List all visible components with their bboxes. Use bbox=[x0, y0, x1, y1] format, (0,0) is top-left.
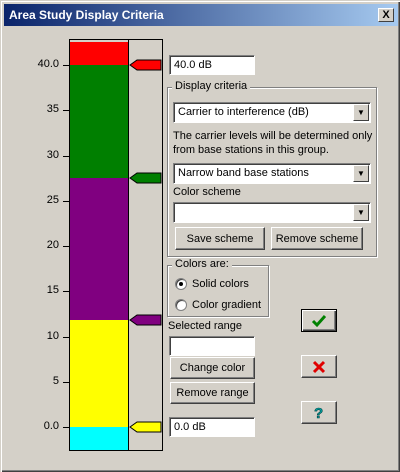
scale-tick-mark bbox=[63, 65, 69, 66]
color-scheme-select[interactable]: ▼ bbox=[173, 202, 371, 223]
svg-text:?: ? bbox=[314, 405, 323, 421]
scale-tick-label: 25 bbox=[46, 193, 59, 206]
window-title: Area Study Display Criteria bbox=[9, 8, 164, 22]
color-gradient-label: Color gradient bbox=[192, 299, 262, 311]
scale-tick-label: 0.0 bbox=[43, 420, 59, 432]
range-marker-arrow[interactable] bbox=[129, 314, 163, 326]
scale-tick-mark bbox=[63, 381, 69, 383]
scale-band[interactable] bbox=[70, 42, 128, 65]
scale-tick-mark bbox=[63, 291, 69, 293]
title-bar: Area Study Display Criteria X bbox=[4, 4, 398, 26]
upper-value-field[interactable]: 40.0 dB bbox=[169, 55, 255, 75]
selected-range-field[interactable] bbox=[169, 336, 255, 356]
scale-tick-label: 30 bbox=[46, 148, 59, 161]
selected-range-label: Selected range bbox=[168, 320, 242, 332]
color-scheme-label: Color scheme bbox=[173, 186, 241, 198]
scale-tick-label: 40.0 bbox=[37, 58, 59, 70]
range-marker-arrow[interactable] bbox=[129, 172, 163, 184]
stations-value: Narrow band base stations bbox=[178, 167, 309, 179]
scale-tick-label: 5 bbox=[52, 374, 59, 387]
colors-are-label: Colors are: bbox=[172, 258, 232, 270]
lower-value-field[interactable]: 0.0 dB bbox=[169, 417, 255, 437]
scale-tick-label: 20 bbox=[46, 239, 59, 251]
color-gradient-radio[interactable] bbox=[175, 299, 187, 311]
criteria-note: The carrier levels will be determined on… bbox=[173, 130, 373, 156]
scale-band[interactable] bbox=[70, 65, 128, 179]
question-icon: ? bbox=[314, 405, 324, 421]
solid-colors-radio[interactable] bbox=[175, 278, 187, 290]
dialog-window: Area Study Display Criteria X 40.0 35 30 25… bbox=[0, 0, 400, 472]
close-button[interactable]: X bbox=[378, 8, 394, 22]
display-criteria-label: Display criteria bbox=[172, 80, 251, 92]
scale-band[interactable] bbox=[70, 427, 128, 450]
check-icon bbox=[311, 314, 327, 327]
stations-select[interactable]: Narrow band base stations ▼ bbox=[173, 163, 371, 184]
range-marker-arrow[interactable] bbox=[129, 59, 163, 71]
remove-range-button[interactable]: Remove range bbox=[170, 382, 255, 404]
help-button[interactable]: ? bbox=[301, 401, 337, 424]
scale-tick-mark bbox=[63, 155, 69, 157]
scale-tick-label: 15 bbox=[46, 284, 59, 297]
ok-button[interactable] bbox=[301, 309, 337, 332]
save-scheme-button[interactable]: Save scheme bbox=[175, 227, 265, 250]
range-marker-arrow[interactable] bbox=[129, 421, 163, 433]
scale-tick-mark bbox=[63, 246, 69, 247]
chevron-down-icon[interactable]: ▼ bbox=[353, 165, 369, 182]
chevron-down-icon[interactable]: ▼ bbox=[353, 204, 369, 221]
remove-scheme-button[interactable]: Remove scheme bbox=[271, 227, 363, 250]
scale-tick-mark bbox=[63, 336, 69, 338]
scale-band[interactable] bbox=[70, 320, 128, 427]
scale-tick-mark bbox=[63, 110, 69, 112]
scale-band[interactable] bbox=[70, 178, 128, 321]
scale-tick-label: 10 bbox=[46, 329, 59, 342]
solid-colors-label: Solid colors bbox=[192, 278, 249, 290]
criteria-mode-value: Carrier to interference (dB) bbox=[178, 106, 309, 118]
cancel-button[interactable] bbox=[301, 355, 337, 378]
chevron-down-icon[interactable]: ▼ bbox=[353, 104, 369, 121]
scale-tick-label: 35 bbox=[46, 103, 59, 116]
scale-divider bbox=[128, 40, 129, 450]
scale-tick-mark bbox=[63, 427, 69, 428]
scale-tick-mark bbox=[63, 200, 69, 202]
change-color-button[interactable]: Change color bbox=[170, 357, 255, 379]
criteria-mode-select[interactable]: Carrier to interference (dB) ▼ bbox=[173, 102, 371, 123]
x-icon bbox=[312, 360, 326, 373]
